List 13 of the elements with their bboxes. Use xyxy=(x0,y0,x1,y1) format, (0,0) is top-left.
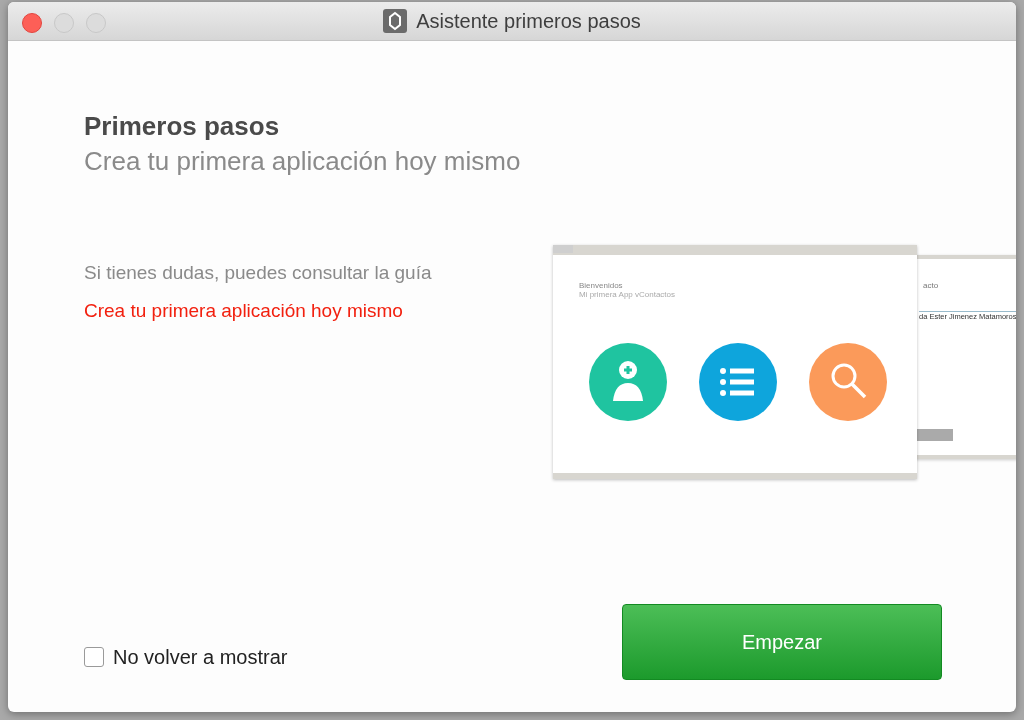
help-text: Si tienes dudas, puedes consultar la guía xyxy=(84,261,433,285)
preview-heading: Bienvenidos xyxy=(579,281,624,290)
subheading: Crea tu primera aplicación hoy mismo xyxy=(84,146,522,177)
preview-subtitle: Mi primera App vContactos xyxy=(579,290,677,299)
close-button[interactable] xyxy=(22,13,42,33)
app-icon xyxy=(383,9,408,33)
checkbox-label: No volver a mostrar xyxy=(113,645,288,669)
guide-link[interactable]: Crea tu primera aplicación hoy mismo xyxy=(84,300,403,322)
start-button[interactable]: Empezar xyxy=(622,604,942,680)
window-title: Asistente primeros pasos xyxy=(416,9,641,33)
heading: Primeros pasos xyxy=(84,111,281,142)
preview-heading: acto xyxy=(923,281,939,290)
checkbox[interactable] xyxy=(84,647,104,667)
